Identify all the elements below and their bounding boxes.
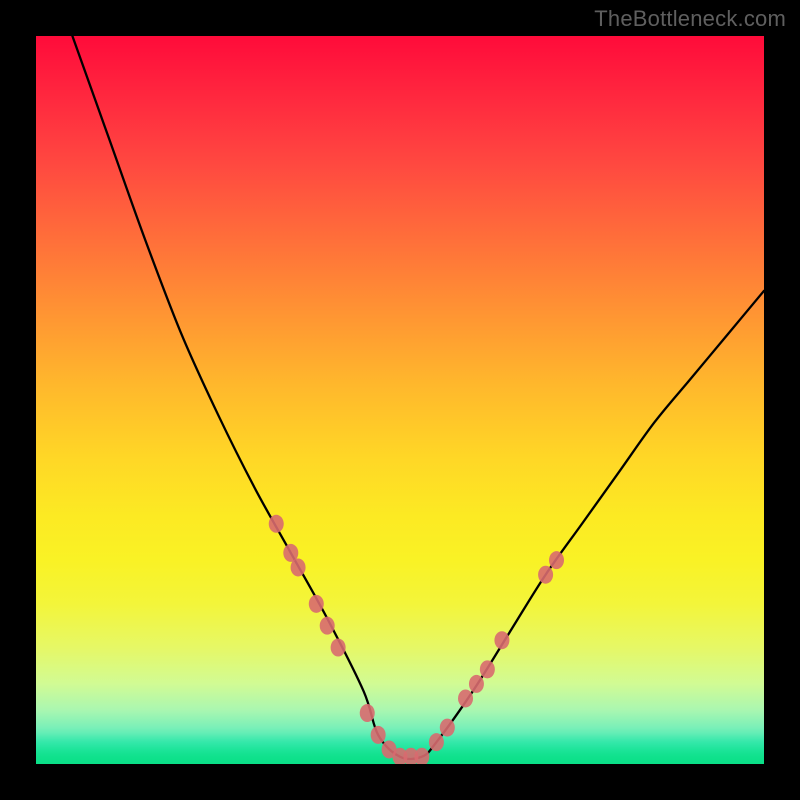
marker-dot bbox=[469, 675, 484, 693]
marker-dot bbox=[320, 617, 335, 635]
marker-dot bbox=[331, 639, 346, 657]
marker-dot bbox=[549, 551, 564, 569]
chart-root: TheBottleneck.com bbox=[0, 0, 800, 800]
marker-layer bbox=[36, 36, 764, 764]
marker-dot bbox=[458, 689, 473, 707]
marker-dot bbox=[360, 704, 375, 722]
marker-dot bbox=[429, 733, 444, 751]
marker-dot bbox=[371, 726, 386, 744]
marker-dot bbox=[538, 566, 553, 584]
marker-dot bbox=[291, 558, 306, 576]
marker-dot bbox=[309, 595, 324, 613]
watermark-label: TheBottleneck.com bbox=[594, 6, 786, 32]
plot-area bbox=[36, 36, 764, 764]
marker-dot bbox=[269, 515, 284, 533]
marker-dot bbox=[414, 748, 429, 764]
marker-dot bbox=[480, 660, 495, 678]
marker-dot bbox=[494, 631, 509, 649]
marker-dot bbox=[440, 719, 455, 737]
